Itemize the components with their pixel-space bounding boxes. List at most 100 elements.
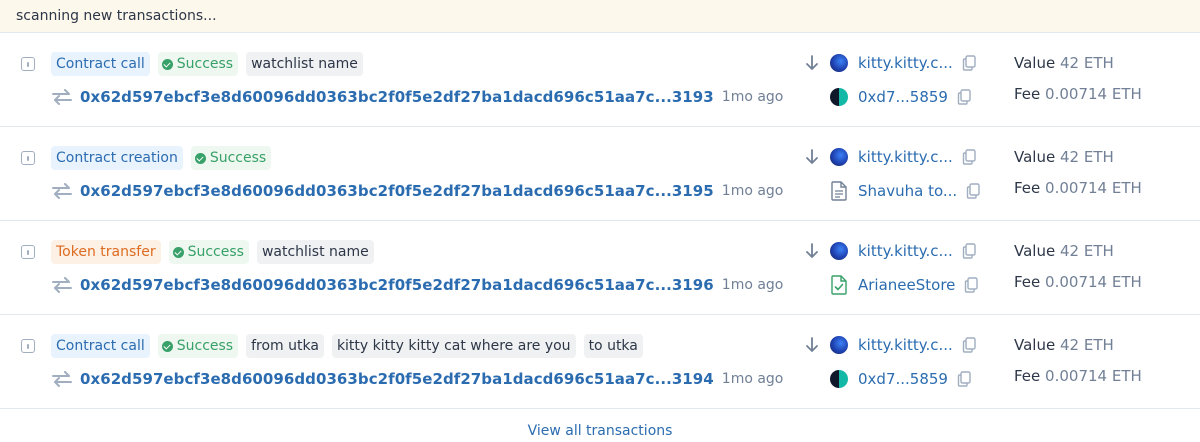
- tx-type-badge: Contract creation: [51, 146, 183, 170]
- fee-amount: 0.00714 ETH: [1045, 367, 1142, 385]
- transaction-tags: Contract call Success from utka kitty kitty…: [51, 334, 643, 358]
- success-check-icon: [194, 152, 206, 164]
- tx-value: Value 42 ETH: [1014, 146, 1114, 168]
- from-address-link[interactable]: kitty.kitty.c...: [858, 148, 953, 166]
- copy-icon[interactable]: [962, 55, 976, 71]
- success-check-icon: [161, 340, 173, 352]
- view-all-transactions-link[interactable]: View all transactions: [0, 421, 1200, 441]
- swap-arrows-icon: [51, 183, 73, 199]
- tx-type-badge: Token transfer: [51, 240, 161, 264]
- transaction-row: Token transfer Success watchlist name 0x62d…: [0, 221, 1200, 315]
- status-label: Success: [209, 150, 267, 166]
- arrow-down-icon: [804, 242, 820, 260]
- to-address-link[interactable]: ArianeeStore: [858, 276, 955, 294]
- transaction-tags: Token transfer Success watchlist name: [51, 240, 374, 264]
- document-icon: [830, 181, 848, 201]
- tx-type-badge: Contract call: [51, 52, 150, 76]
- watchlist-tag: from utka: [246, 334, 324, 358]
- transaction-tags: Contract call Success watchlist name: [51, 52, 363, 76]
- arrow-down-icon: [804, 148, 820, 166]
- copy-icon[interactable]: [957, 89, 971, 105]
- scanning-banner: scanning new transactions...: [0, 0, 1200, 33]
- tx-age: 1mo ago: [721, 371, 784, 387]
- tx-hash-link[interactable]: 0x62d597ebcf3e8d60096dd0363bc2f0f5e2df27…: [80, 182, 714, 200]
- verified-contract-icon: [830, 275, 848, 295]
- watchlist-tag: kitty kitty kitty cat where are you: [331, 334, 576, 358]
- arrow-down-icon: [804, 336, 820, 354]
- value-amount: 42 ETH: [1059, 148, 1114, 166]
- hash-line: 0x62d597ebcf3e8d60096dd0363bc2f0f5e2df27…: [51, 180, 783, 202]
- value-label: Value: [1014, 54, 1056, 72]
- tx-type-badge: Contract call: [51, 334, 150, 358]
- copy-icon[interactable]: [964, 277, 979, 293]
- tx-hash-link[interactable]: 0x62d597ebcf3e8d60096dd0363bc2f0f5e2df27…: [80, 276, 714, 294]
- value-amount: 42 ETH: [1059, 336, 1114, 354]
- to-address-link[interactable]: 0xd7...5859: [858, 370, 948, 388]
- tx-fee: Fee 0.00714 ETH: [1014, 177, 1142, 199]
- copy-icon[interactable]: [957, 371, 971, 387]
- tx-value: Value 42 ETH: [1014, 240, 1114, 262]
- tx-fee: Fee 0.00714 ETH: [1014, 83, 1142, 105]
- to-address: 0xd7...5859: [830, 86, 971, 108]
- from-address: kitty.kitty.c...: [830, 146, 976, 168]
- tx-fee: Fee 0.00714 ETH: [1014, 365, 1142, 387]
- from-address-link[interactable]: kitty.kitty.c...: [858, 242, 953, 260]
- transaction-tags: Contract creation Success: [51, 146, 272, 170]
- tx-age: 1mo ago: [721, 183, 784, 199]
- status-badge: Success: [157, 52, 239, 76]
- to-address-link[interactable]: Shavuha to...: [858, 182, 957, 200]
- kitty-avatar-icon: [830, 242, 848, 260]
- copy-icon[interactable]: [966, 183, 980, 199]
- kitty-avatar-icon: [830, 148, 848, 166]
- kitty-avatar-icon: [830, 336, 848, 354]
- to-address-link[interactable]: 0xd7...5859: [858, 88, 948, 106]
- row-checkbox[interactable]: [21, 151, 35, 165]
- fee-amount: 0.00714 ETH: [1045, 273, 1142, 291]
- value-amount: 42 ETH: [1059, 54, 1114, 72]
- tx-fee: Fee 0.00714 ETH: [1014, 271, 1142, 293]
- copy-icon[interactable]: [962, 243, 976, 259]
- tx-age: 1mo ago: [721, 277, 784, 293]
- success-check-icon: [172, 246, 184, 258]
- success-check-icon: [161, 58, 173, 70]
- tx-value: Value 42 ETH: [1014, 52, 1114, 74]
- hash-line: 0x62d597ebcf3e8d60096dd0363bc2f0f5e2df27…: [51, 274, 783, 296]
- transaction-row: Contract creation Success 0x62d597ebcf3e8d…: [0, 127, 1200, 221]
- status-badge: Success: [168, 240, 249, 264]
- fee-label: Fee: [1014, 85, 1041, 103]
- tx-hash-link[interactable]: 0x62d597ebcf3e8d60096dd0363bc2f0f5e2df27…: [80, 88, 714, 106]
- fee-label: Fee: [1014, 179, 1041, 197]
- row-checkbox[interactable]: [21, 245, 35, 259]
- arrow-down-icon: [804, 54, 820, 72]
- row-checkbox[interactable]: [21, 339, 35, 353]
- tx-hash-link[interactable]: 0x62d597ebcf3e8d60096dd0363bc2f0f5e2df27…: [80, 370, 714, 388]
- transaction-row: Contract call Success from utka kitty kitty…: [0, 315, 1200, 409]
- watchlist-tag: watchlist name: [246, 52, 363, 76]
- hash-line: 0x62d597ebcf3e8d60096dd0363bc2f0f5e2df27…: [51, 86, 783, 108]
- value-label: Value: [1014, 242, 1056, 260]
- fee-label: Fee: [1014, 367, 1041, 385]
- status-badge: Success: [157, 334, 239, 358]
- to-address: 0xd7...5859: [830, 368, 971, 390]
- row-checkbox[interactable]: [21, 57, 35, 71]
- from-address: kitty.kitty.c...: [830, 334, 976, 356]
- value-label: Value: [1014, 336, 1056, 354]
- from-address-link[interactable]: kitty.kitty.c...: [858, 54, 953, 72]
- copy-icon[interactable]: [962, 337, 976, 353]
- tx-value: Value 42 ETH: [1014, 334, 1114, 356]
- swap-arrows-icon: [51, 277, 73, 293]
- status-label: Success: [176, 338, 234, 354]
- banner-text: scanning new transactions...: [16, 8, 217, 24]
- address-avatar-icon: [830, 88, 848, 106]
- from-address-link[interactable]: kitty.kitty.c...: [858, 336, 953, 354]
- tx-age: 1mo ago: [721, 89, 784, 105]
- fee-amount: 0.00714 ETH: [1045, 179, 1142, 197]
- watchlist-tag: watchlist name: [256, 240, 374, 264]
- status-label: Success: [187, 244, 244, 260]
- value-amount: 42 ETH: [1059, 242, 1114, 260]
- copy-icon[interactable]: [962, 149, 976, 165]
- fee-amount: 0.00714 ETH: [1045, 85, 1142, 103]
- to-address: Shavuha to...: [830, 180, 980, 202]
- from-address: kitty.kitty.c...: [830, 52, 976, 74]
- status-label: Success: [176, 56, 234, 72]
